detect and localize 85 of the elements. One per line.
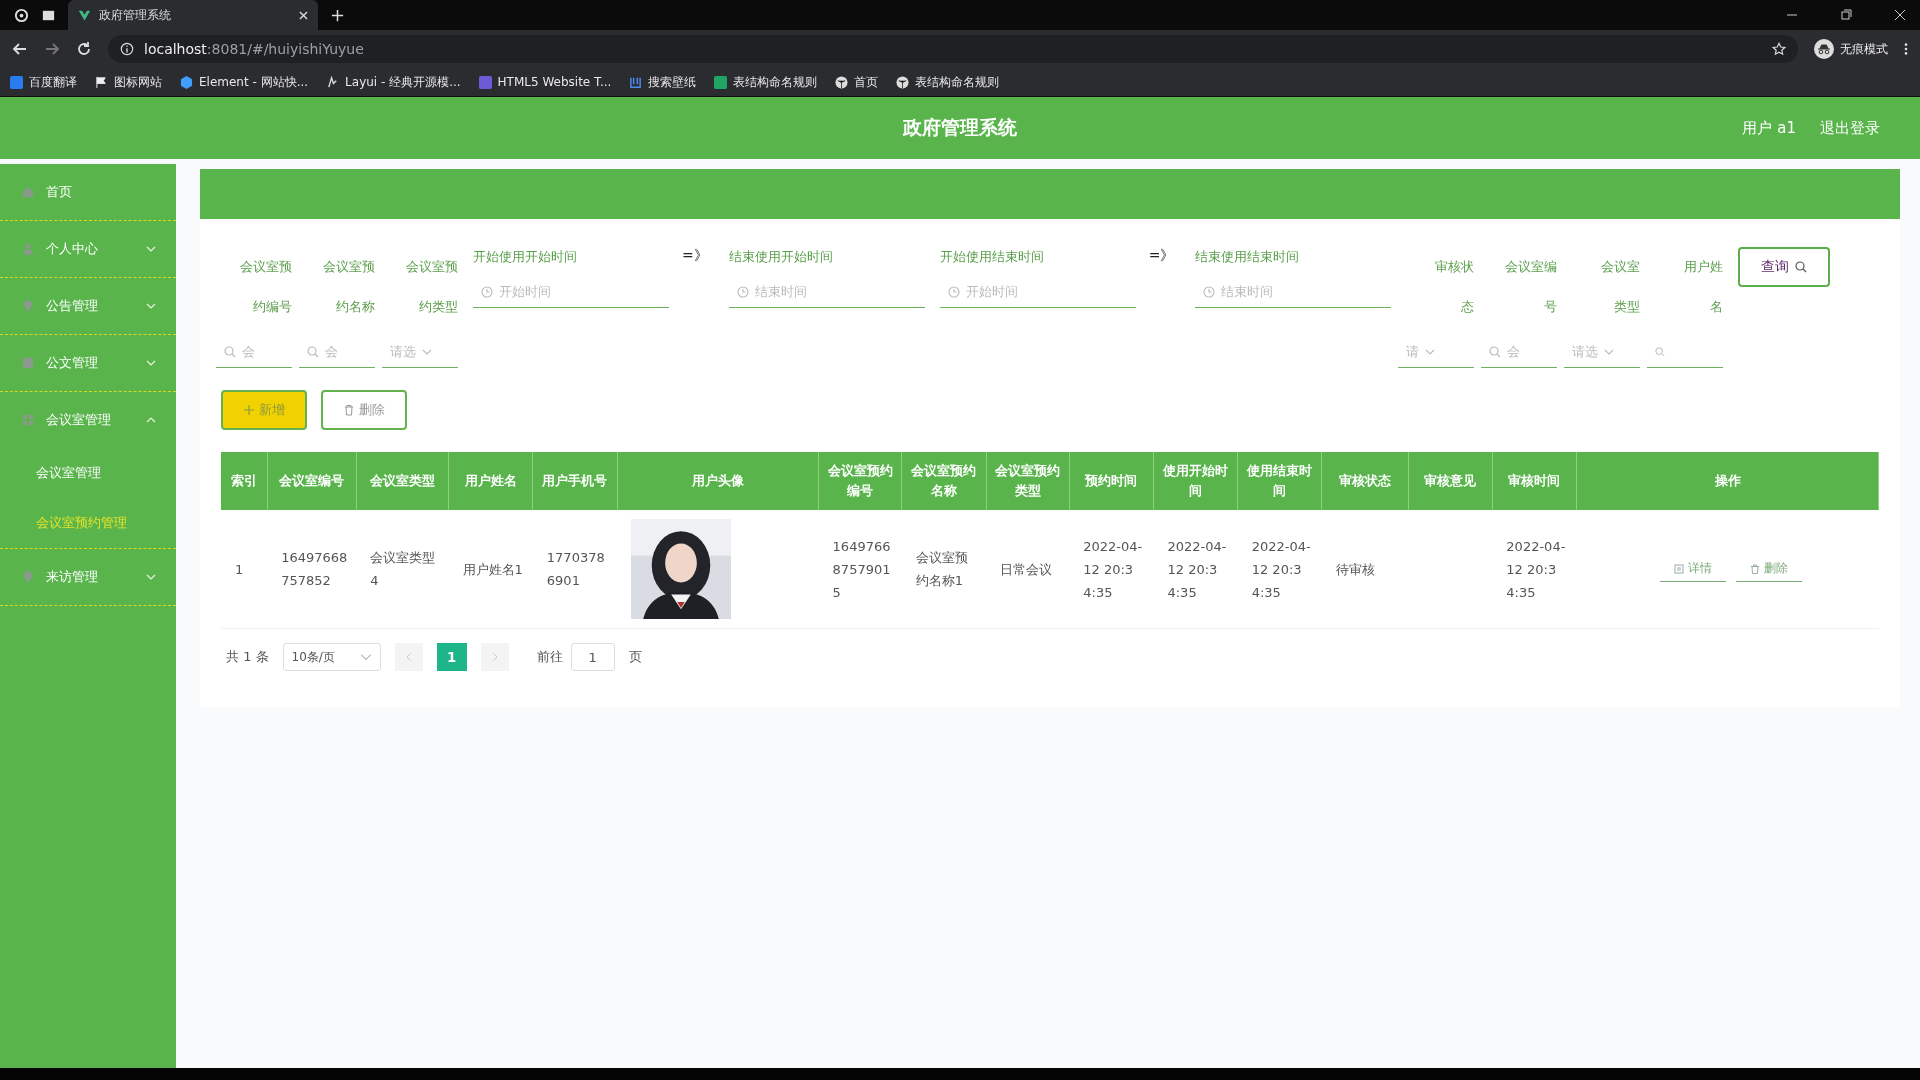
table-cell: 2022-04-12 20:34:35 (1153, 510, 1238, 629)
sidebar-item[interactable]: 公告管理 (0, 278, 176, 334)
column-header: 用户手机号 (532, 452, 618, 510)
column-header: 使用开始时间 (1153, 452, 1238, 510)
bookmark-item[interactable]: 搜索壁纸 (629, 73, 697, 91)
field-label: 会议室编 号 (1504, 258, 1558, 316)
table-cell: 17703786901 (532, 510, 618, 629)
sidebar-item[interactable]: 个人中心 (0, 221, 176, 277)
sidebar-item[interactable]: 会议室管理 (0, 392, 176, 448)
column-header: 用户姓名 (448, 452, 533, 510)
date-field[interactable]: 结束时间 (1195, 277, 1392, 308)
search-field[interactable]: 会 (299, 337, 375, 368)
table-cell: 16497668757852 (267, 510, 357, 629)
incognito-label: 无痕模式 (1840, 40, 1888, 58)
bookmark-item[interactable]: 首页 (835, 73, 879, 91)
column-header: 审核状态 (1321, 452, 1409, 510)
bookmark-item[interactable]: Layui - 经典开源模... (326, 73, 461, 91)
bookmark-item[interactable]: Element - 网站快... (180, 73, 309, 91)
field-label: 会议室 类型 (1600, 258, 1641, 316)
column-header: 审核意见 (1408, 452, 1493, 510)
search-field[interactable]: 会 (216, 337, 292, 368)
column-header: 会议室类型 (356, 452, 449, 510)
column-header: 会议室预约编号 (818, 452, 902, 510)
table-cell: 会议室类型4 (356, 510, 449, 629)
column-header: 会议室编号 (267, 452, 357, 510)
tab-title: 政府管理系统 (99, 6, 172, 24)
column-header: 审核时间 (1492, 452, 1577, 510)
bookmark-item[interactable]: 表结构命名规则 (896, 73, 1000, 91)
browser-tab[interactable]: 政府管理系统 (68, 0, 318, 30)
column-header: 用户头像 (617, 452, 819, 510)
field-label: 结束使用结束时间 (1195, 248, 1301, 266)
delete-button[interactable]: 删除 (321, 390, 407, 430)
table-cell: 2022-04-12 20:34:35 (1492, 510, 1577, 629)
table-cell: 会议室预约名称1 (901, 510, 987, 629)
table-cell: 164976687579015 (818, 510, 902, 629)
page-suffix: 页 (628, 648, 642, 666)
field-label: 开始使用结束时间 (939, 248, 1045, 266)
table-cell: 待审核 (1321, 510, 1409, 629)
field-label: 会议室预 约类型 (405, 258, 458, 316)
total-count: 共 1 条 (226, 648, 269, 666)
sidebar-item[interactable]: 首页 (0, 164, 176, 220)
select-field[interactable]: 请 (1398, 337, 1475, 368)
page-size-select[interactable]: 10条/页 (282, 643, 381, 671)
add-button[interactable]: 新增 (221, 390, 307, 430)
column-header: 索引 (221, 452, 268, 510)
table-cell: 1 (221, 510, 268, 629)
table-cell: 日常会议 (986, 510, 1070, 629)
date-field[interactable]: 开始时间 (473, 277, 669, 308)
user-name: 用户 a1 (1742, 118, 1796, 138)
sidebar-item[interactable]: 公文管理 (0, 335, 176, 391)
range-separator: =》 (1147, 247, 1176, 265)
sidebar-subitem[interactable]: 会议室管理 (0, 448, 176, 498)
select-field[interactable]: 请选 (382, 337, 458, 368)
table-cell: 用户姓名1 (448, 510, 533, 629)
table-cell: 2022-04-12 20:34:35 (1237, 510, 1322, 629)
column-header: 操作 (1576, 452, 1879, 510)
date-field[interactable]: 开始时间 (939, 277, 1136, 308)
bookmark-item[interactable]: 百度翻译 (10, 73, 77, 91)
range-separator: =》 (681, 247, 709, 265)
query-button[interactable]: 查询 (1738, 247, 1831, 287)
date-field[interactable]: 结束时间 (728, 277, 925, 308)
sidebar-subitem[interactable]: 会议室预约管理 (0, 498, 176, 548)
field-label: 开始使用开始时间 (473, 248, 578, 266)
field-label: 用户姓 名 (1683, 258, 1724, 316)
app-title: 政府管理系统 (903, 115, 1017, 140)
sidebar-item[interactable]: 来访管理 (0, 549, 176, 605)
bookmark-item[interactable]: HTML5 Website T... (478, 75, 612, 89)
search-field[interactable]: 会 (1481, 337, 1558, 368)
table-cell: 2022-04-12 20:34:35 (1069, 510, 1154, 629)
address-field[interactable]: localhost:8081/#/huiyishiYuyue (108, 35, 1798, 63)
column-header: 预约时间 (1069, 452, 1154, 510)
page-input[interactable]: 1 (570, 643, 615, 671)
goto-label: 前往 (536, 648, 563, 666)
column-header: 会议室预约名称 (901, 452, 987, 510)
field-label: 审核状 态 (1434, 258, 1475, 316)
bookmark-item[interactable]: 图标网站 (95, 73, 162, 91)
column-header: 使用结束时间 (1237, 452, 1322, 510)
field-label: 会议室预 约名称 (322, 258, 375, 316)
field-label: 结束使用开始时间 (728, 248, 834, 266)
bookmark-item[interactable]: 表结构命名规则 (714, 73, 818, 91)
column-header: 会议室预约类型 (986, 452, 1070, 510)
page-button[interactable]: 1 (436, 643, 467, 671)
select-field[interactable]: 请选 (1564, 337, 1641, 368)
field-label: 会议室预 约编号 (239, 258, 292, 316)
logout-link[interactable]: 退出登录 (1820, 118, 1880, 138)
